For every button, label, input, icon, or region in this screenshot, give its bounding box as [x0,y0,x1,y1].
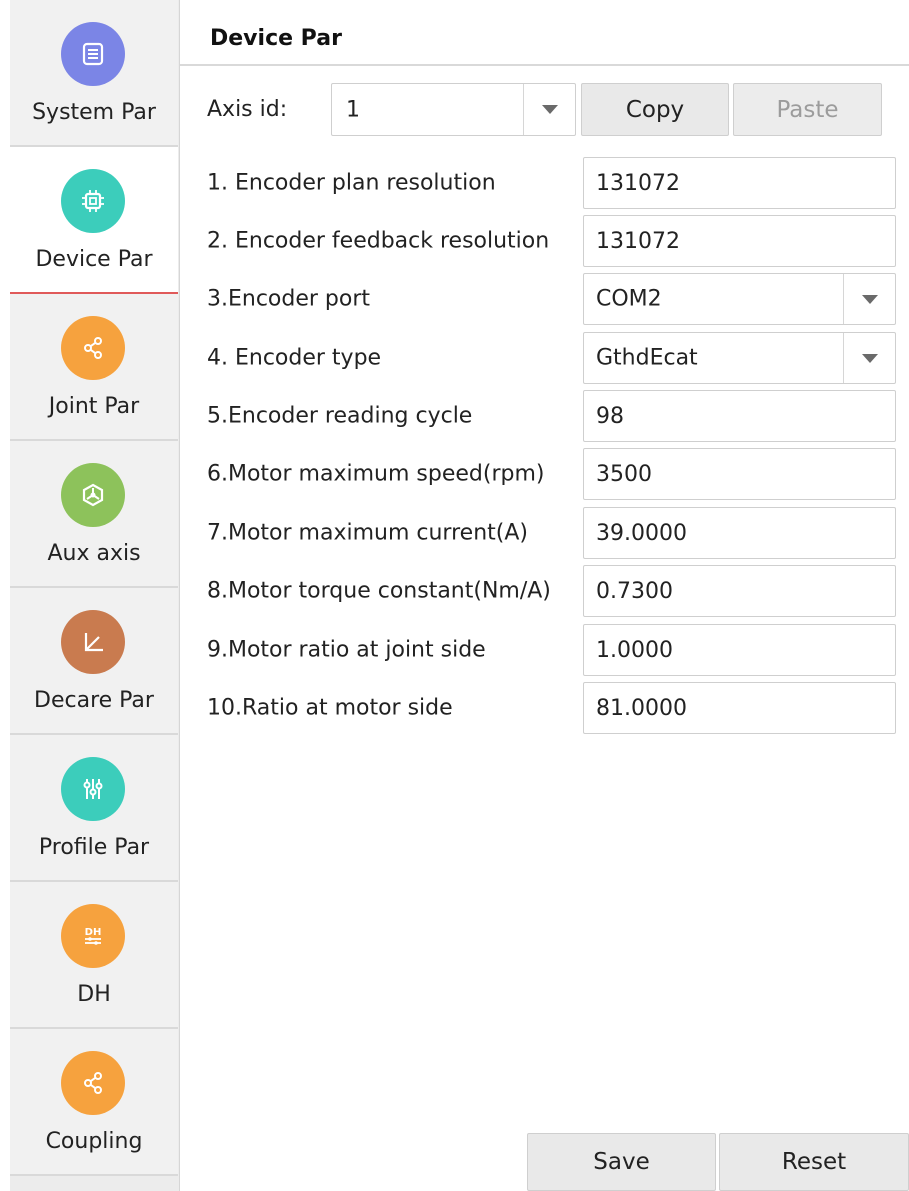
sidebar-item-label: Decare Par [34,688,154,713]
param-row: 7.Motor maximum current(A) [180,507,909,559]
chevron-down-icon[interactable] [843,333,895,383]
motor-max-speed-field[interactable] [583,448,896,500]
settings-list-icon [61,22,125,86]
svg-text:DH: DH [85,927,102,938]
param-row: 8.Motor torque constant(Nm/A) [180,565,909,617]
motor-max-current-input[interactable] [584,508,895,558]
param-label: 3.Encoder port [207,286,371,312]
encoder-feedback-resolution-field[interactable] [583,215,896,267]
param-label: 10.Ratio at motor side [207,695,453,721]
dh-icon: DH [61,904,125,968]
motor-max-current-field[interactable] [583,507,896,559]
sidebar-item-joint-par[interactable]: Joint Par [10,294,178,441]
param-label: 5.Encoder reading cycle [207,403,473,429]
sidebar-item-label: Device Par [35,247,153,272]
axis-id-select[interactable]: 1 [331,83,576,136]
chip-icon [61,169,125,233]
encoder-plan-resolution-input[interactable] [584,158,895,208]
sidebar-item-label: System Par [32,100,156,125]
param-row: 1. Encoder plan resolution [180,157,909,209]
param-label: 6.Motor maximum speed(rpm) [207,461,545,487]
ratio-motor-side-field[interactable] [583,682,896,734]
param-label: 4. Encoder type [207,345,382,371]
sidebar-item-label: Coupling [45,1129,143,1154]
sidebar-item-dh[interactable]: DH DH [10,882,178,1029]
motor-max-speed-input[interactable] [584,449,895,499]
encoder-plan-resolution-field[interactable] [583,157,896,209]
ratio-motor-side-input[interactable] [584,683,895,733]
sliders-icon [61,757,125,821]
sidebar-item-label: Profile Par [38,835,150,860]
sidebar-item-system-par[interactable]: System Par [10,0,178,147]
sidebar-item-label: Joint Par [48,394,140,419]
param-row: 3.Encoder port COM2 [180,273,909,325]
copy-button[interactable]: Copy [581,83,729,136]
encoder-reading-cycle-field[interactable] [583,390,896,442]
motor-torque-constant-field[interactable] [583,565,896,617]
sidebar-item-coupling[interactable]: Coupling [10,1029,178,1176]
axis-id-value: 1 [346,97,360,122]
paste-button[interactable]: Paste [733,83,882,136]
sidebar-item-device-par[interactable]: Device Par [10,147,178,294]
hub-icon [61,463,125,527]
share-nodes-icon [61,1051,125,1115]
param-label: 2. Encoder feedback resolution [207,228,550,254]
chevron-down-icon[interactable] [523,84,575,135]
share-nodes-icon [61,316,125,380]
encoder-type-value: GthdEcat [596,345,698,371]
axis-id-label: Axis id: [207,97,288,122]
param-label: 8.Motor torque constant(Nm/A) [207,578,551,604]
save-button[interactable]: Save [527,1133,716,1191]
sidebar-item-decare-par[interactable]: Decare Par [10,588,178,735]
motor-torque-constant-input[interactable] [584,566,895,616]
param-label: 9.Motor ratio at joint side [207,637,486,663]
reset-button[interactable]: Reset [719,1133,909,1191]
param-row: 2. Encoder feedback resolution [180,215,909,267]
sidebar-item-aux-axis[interactable]: Aux axis [10,441,178,588]
sidebar-item-label: Aux axis [47,541,141,566]
page-title: Device Par [210,26,342,51]
axes-icon [61,610,125,674]
chevron-down-icon[interactable] [843,274,895,324]
main-panel: Device Par Axis id: 1 Copy Paste 1. Enco… [180,0,909,1191]
param-row: 10.Ratio at motor side [180,682,909,734]
sidebar-item-label: DH [77,982,111,1007]
sidebar: System Par Device Par Joint Par Aux axis… [0,0,180,1191]
encoder-port-select[interactable]: COM2 [583,273,896,325]
param-label: 7.Motor maximum current(A) [207,520,528,546]
motor-ratio-joint-side-input[interactable] [584,625,895,675]
encoder-feedback-resolution-input[interactable] [584,216,895,266]
param-row: 9.Motor ratio at joint side [180,624,909,676]
encoder-type-select[interactable]: GthdEcat [583,332,896,384]
encoder-reading-cycle-input[interactable] [584,391,895,441]
param-row: 5.Encoder reading cycle [180,390,909,442]
sidebar-item-profile-par[interactable]: Profile Par [10,735,178,882]
motor-ratio-joint-side-field[interactable] [583,624,896,676]
param-label: 1. Encoder plan resolution [207,170,496,196]
param-row: 4. Encoder type GthdEcat [180,332,909,384]
param-row: 6.Motor maximum speed(rpm) [180,448,909,500]
encoder-port-value: COM2 [596,286,662,312]
page-header: Device Par [180,0,909,66]
